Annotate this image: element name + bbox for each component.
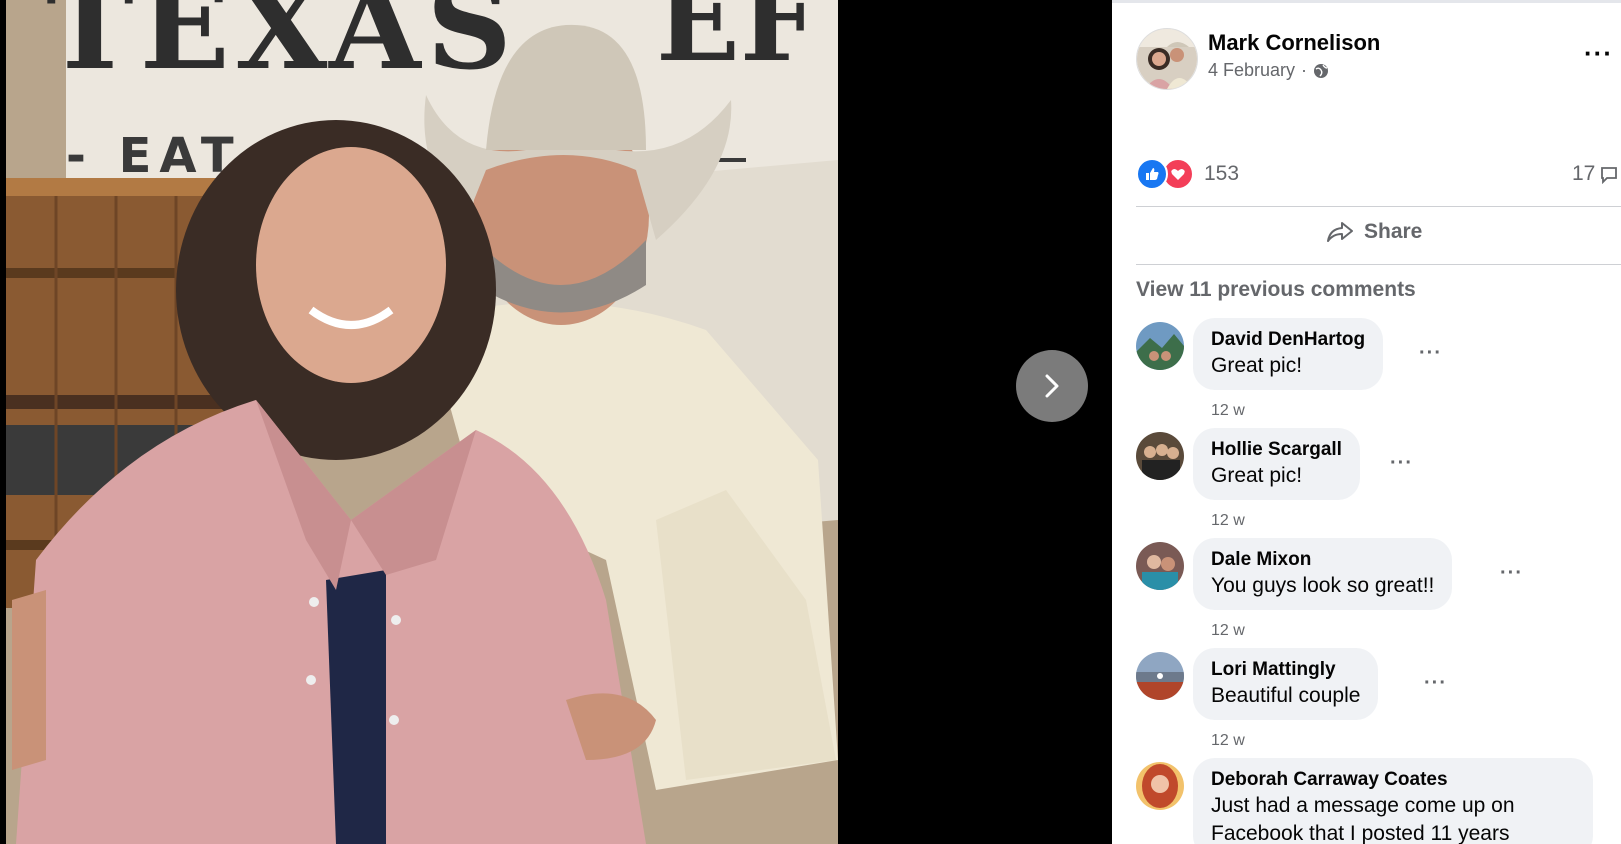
- comment-text-line-2: Facebook that I posted 11 years: [1211, 822, 1510, 844]
- comment-timestamp-link[interactable]: 12 w: [1211, 732, 1245, 750]
- photo-illustration: TEXAS EF - EAT BE: [6, 0, 838, 844]
- post-photo[interactable]: TEXAS EF - EAT BE: [6, 0, 838, 844]
- commenter-name-link[interactable]: Hollie Scargall: [1211, 438, 1342, 462]
- author-avatar[interactable]: [1136, 28, 1198, 90]
- comment-text: Just had a message come up on: [1211, 794, 1515, 817]
- reaction-count: 153: [1204, 162, 1240, 185]
- comment-timestamp-link[interactable]: 12 w: [1211, 622, 1245, 640]
- post-date-link[interactable]: 4 February: [1208, 60, 1295, 81]
- chevron-right-icon: [1045, 374, 1059, 398]
- commenter-name-link[interactable]: Dale Mixon: [1211, 548, 1434, 572]
- comment-options-button[interactable]: ···: [1424, 672, 1447, 695]
- comment-bubble: Lori Mattingly Beautiful couple: [1193, 648, 1379, 720]
- comment-timestamp-link[interactable]: 12 w: [1211, 512, 1245, 530]
- comment-text: Great pic!: [1211, 464, 1303, 487]
- comment-count-link[interactable]: 17: [1572, 162, 1619, 186]
- globe-icon[interactable]: [1313, 63, 1329, 79]
- commenter-avatar[interactable]: [1136, 652, 1184, 700]
- share-label: Share: [1364, 220, 1423, 243]
- author-name-link[interactable]: Mark Cornelison: [1208, 30, 1380, 56]
- banner-text-tail: EF: [656, 0, 818, 86]
- commenter-avatar[interactable]: [1136, 762, 1184, 810]
- comment-bubble: Dale Mixon You guys look so great!!: [1193, 538, 1453, 610]
- view-previous-comments-link[interactable]: View 11 previous comments: [1136, 278, 1416, 302]
- post-side-panel: Mark Cornelison 4 February · ··· 153 17 …: [1112, 0, 1621, 844]
- divider: [1136, 264, 1621, 265]
- commenter-avatar[interactable]: [1136, 322, 1184, 370]
- photo-viewer: TEXAS EF - EAT BE: [0, 0, 1112, 844]
- comment-text: Great pic!: [1211, 354, 1303, 377]
- comment-text: Beautiful couple: [1211, 684, 1361, 707]
- divider: [1136, 206, 1621, 207]
- panel-top-border: [1112, 0, 1621, 3]
- comment-timestamp-link[interactable]: 12 w: [1211, 402, 1245, 420]
- commenter-name-link[interactable]: Lori Mattingly: [1211, 658, 1360, 682]
- comment-options-button[interactable]: ···: [1390, 452, 1413, 475]
- like-reaction-icon: [1136, 158, 1168, 190]
- comment-bubble: David DenHartog Great pic!: [1193, 318, 1384, 390]
- comment-bubble: Hollie Scargall Great pic!: [1193, 428, 1360, 500]
- avatar-image: [1137, 29, 1197, 89]
- meta-separator: ·: [1301, 60, 1308, 80]
- post-meta: 4 February ·: [1208, 60, 1329, 81]
- next-photo-button[interactable]: [1016, 350, 1088, 422]
- share-button[interactable]: Share: [1326, 220, 1422, 244]
- commenter-avatar[interactable]: [1136, 542, 1184, 590]
- commenter-name-link[interactable]: Deborah Carraway Coates: [1211, 768, 1575, 792]
- comment-options-button[interactable]: ···: [1419, 342, 1442, 365]
- comment-bubble: Deborah Carraway Coates Just had a messa…: [1193, 758, 1593, 844]
- reactions-summary[interactable]: 153: [1136, 158, 1239, 190]
- comment-icon: [1601, 167, 1618, 184]
- post-options-button[interactable]: ···: [1584, 38, 1613, 69]
- comment-text: You guys look so great!!: [1211, 574, 1435, 597]
- banner-text: TEXAS: [46, 0, 518, 96]
- comment-count: 17: [1572, 162, 1596, 185]
- commenter-name-link[interactable]: David DenHartog: [1211, 328, 1365, 352]
- comment-options-button[interactable]: ···: [1500, 562, 1523, 585]
- share-icon: [1327, 222, 1353, 242]
- commenter-avatar[interactable]: [1136, 432, 1184, 480]
